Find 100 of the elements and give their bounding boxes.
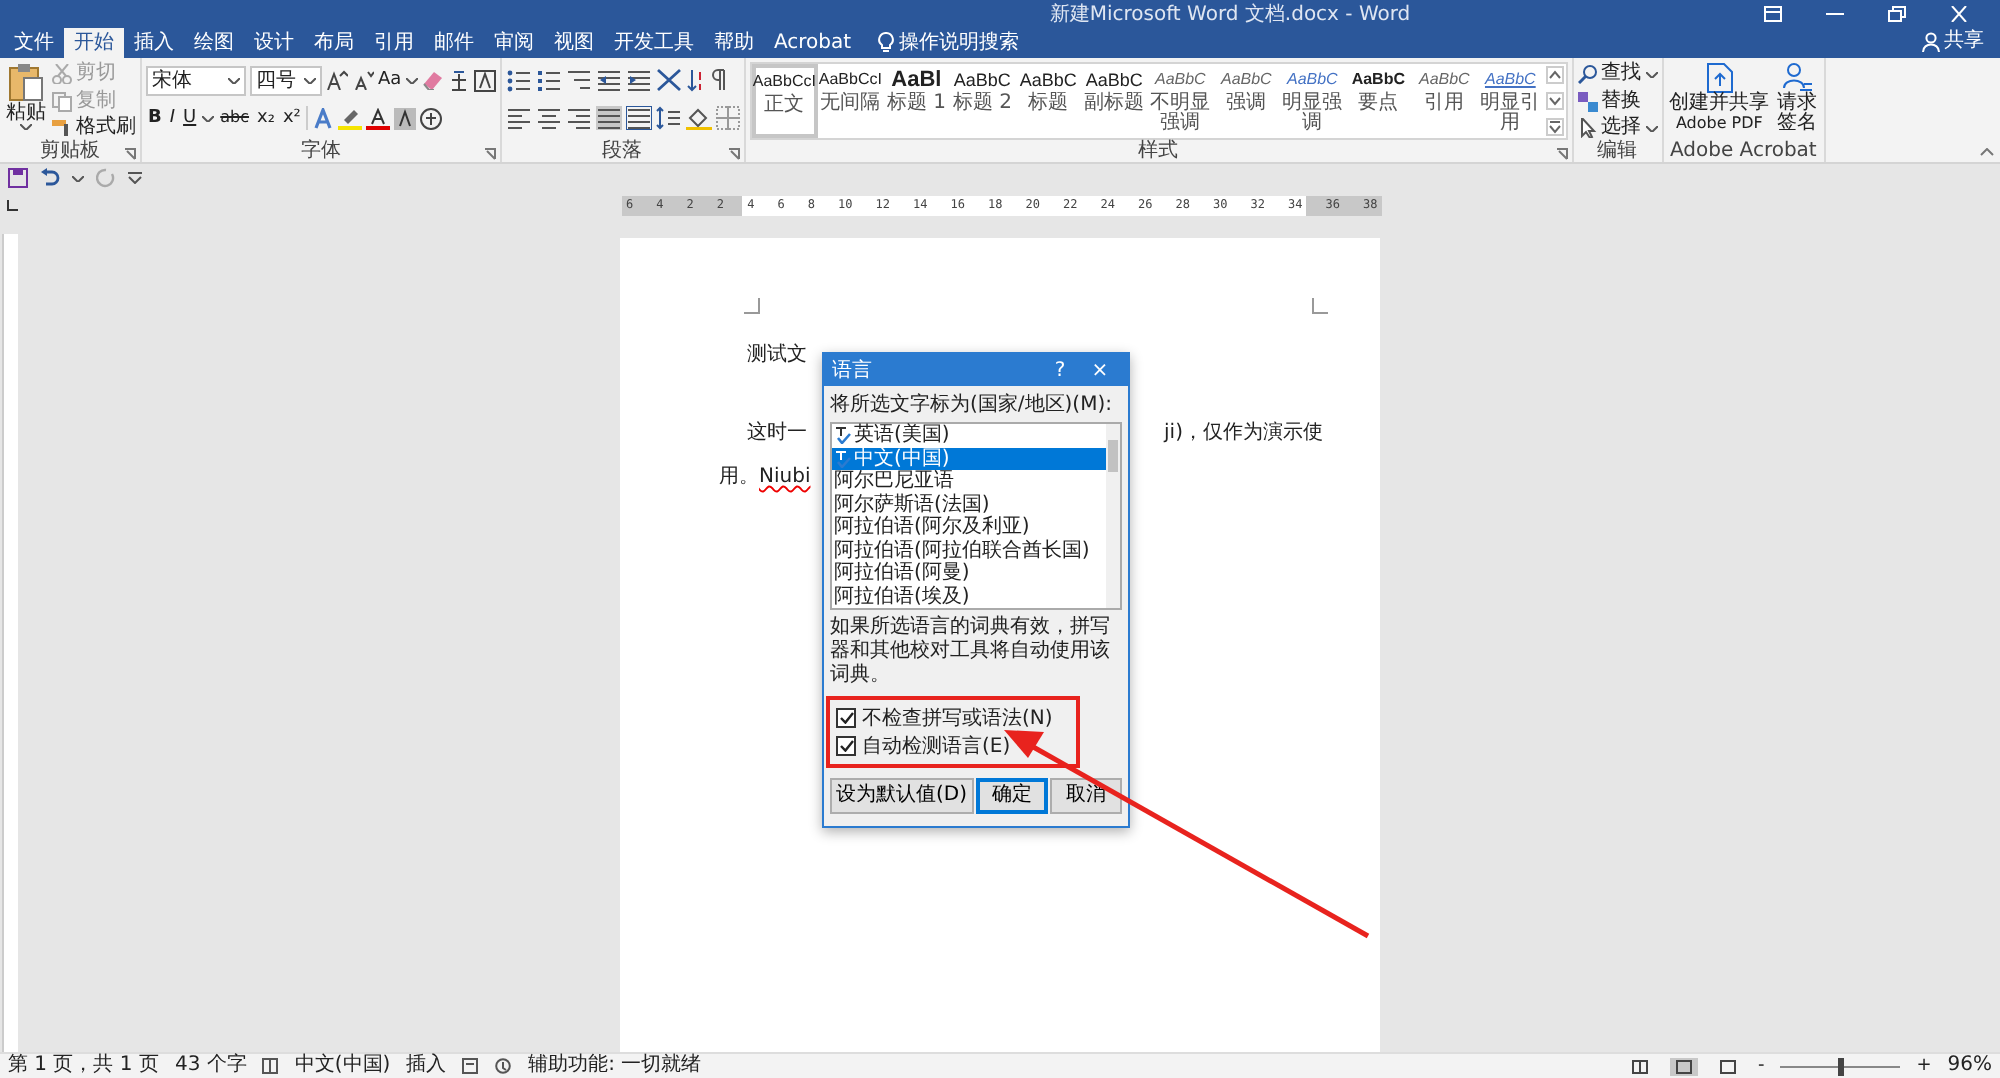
dialog-button[interactable]: 设为默认值(D) — [830, 778, 974, 814]
list-item[interactable]: 中文(中国) — [832, 447, 1106, 470]
font-name-field[interactable]: 宋体 — [146, 65, 246, 95]
ribbon-tab[interactable]: 帮助 — [704, 28, 764, 58]
zoom-out-button[interactable]: - — [1757, 1054, 1765, 1078]
word-count[interactable]: 43 个字 — [174, 1054, 247, 1078]
caret-icon[interactable] — [72, 175, 84, 181]
restore-icon[interactable] — [1888, 5, 1906, 21]
insert-mode[interactable]: 插入 — [406, 1054, 447, 1078]
format-painter-button[interactable]: 格式刷 — [52, 116, 136, 140]
create-pdf-button[interactable]: 创建并共享 Adobe PDF — [1667, 62, 1772, 140]
dialog-launcher-icon[interactable] — [727, 148, 740, 160]
list-item[interactable]: 阿尔萨斯语(法国) — [832, 493, 1106, 516]
list-item[interactable]: 阿拉伯语(阿拉伯联合酋长国) — [832, 539, 1106, 562]
close-button[interactable]: × — [1080, 359, 1120, 381]
numbering-icon[interactable] — [535, 68, 562, 92]
character-border-icon[interactable] — [473, 69, 496, 91]
customize-toolbar-icon[interactable] — [128, 172, 142, 184]
ribbon-tab[interactable]: 插入 — [124, 28, 184, 58]
ribbon-tab[interactable]: Acrobat — [764, 28, 862, 58]
style-option[interactable]: AaBbC 引用 — [1411, 64, 1478, 138]
underline-button[interactable]: U — [181, 106, 199, 130]
superscript-button[interactable]: x² — [280, 106, 303, 130]
tell-me-search[interactable]: 操作说明搜索 — [899, 28, 1020, 58]
justify-icon[interactable] — [595, 106, 622, 130]
style-option[interactable]: AaBbC 明显强调 — [1279, 64, 1346, 138]
paste-button[interactable]: 粘贴 — [4, 62, 48, 140]
dialog-launcher-icon[interactable] — [483, 148, 496, 160]
change-case-button[interactable]: Aa — [378, 70, 418, 90]
shading-icon[interactable] — [394, 107, 417, 129]
list-item[interactable]: 阿拉伯语(埃及) — [832, 585, 1106, 608]
checkbox[interactable] — [836, 708, 856, 728]
dialog-button[interactable]: 确定 — [975, 778, 1048, 814]
help-button[interactable]: ? — [1040, 359, 1080, 381]
multilevel-list-icon[interactable] — [565, 68, 592, 92]
view-button[interactable] — [1669, 1057, 1698, 1075]
request-signature-button[interactable]: 请求 签名 — [1775, 62, 1820, 140]
increase-indent-icon[interactable] — [625, 68, 652, 92]
text-effects-icon[interactable] — [312, 107, 335, 129]
align-right-icon[interactable] — [565, 106, 592, 130]
align-center-icon[interactable] — [535, 106, 562, 130]
font-color-icon[interactable] — [366, 107, 391, 129]
sort-icon[interactable] — [685, 68, 706, 92]
ribbon-tab[interactable]: 文件 — [4, 28, 64, 58]
dialog-launcher-icon[interactable] — [1555, 148, 1568, 160]
style-option[interactable]: AaBbC 要点 — [1345, 64, 1412, 138]
zoom-level[interactable]: 96% — [1947, 1054, 1992, 1078]
list-item[interactable]: 英语(美国) — [832, 424, 1106, 447]
list-item[interactable]: 阿尔巴尼亚语 — [832, 470, 1106, 493]
accessibility-status[interactable]: 辅助功能: 一切就绪 — [528, 1054, 702, 1078]
ribbon-tab[interactable]: 布局 — [304, 28, 364, 58]
caret-icon[interactable] — [202, 115, 215, 121]
style-option[interactable]: AaBbCcI 正文 — [751, 64, 818, 138]
checkbox[interactable] — [836, 736, 856, 756]
strikethrough-button[interactable]: abc — [218, 106, 252, 130]
ribbon-tab[interactable]: 绘图 — [184, 28, 244, 58]
style-option[interactable]: AaBbC 强调 — [1213, 64, 1280, 138]
decrease-indent-icon[interactable] — [595, 68, 622, 92]
tab-selector-icon[interactable] — [6, 199, 18, 211]
list-item[interactable]: 阿拉伯语(阿曼) — [832, 562, 1106, 585]
ribbon-tab[interactable]: 开始 — [64, 28, 124, 58]
language-indicator[interactable]: 中文(中国) — [294, 1054, 391, 1078]
paragraph-mark-icon[interactable] — [709, 68, 728, 92]
replace-button[interactable]: 替换 — [1577, 89, 1658, 113]
scroll-up-icon[interactable] — [1545, 66, 1564, 84]
zoom-in-button[interactable]: + — [1916, 1054, 1932, 1078]
style-option[interactable]: AaBbC 标题 2 — [949, 64, 1016, 138]
more-icon[interactable] — [1545, 118, 1564, 136]
style-option[interactable]: AaBbC 不明显强调 — [1147, 64, 1214, 138]
find-button[interactable]: 查找 — [1577, 62, 1658, 86]
font-size-field[interactable]: 四号 — [250, 65, 322, 95]
italic-button[interactable]: I — [167, 106, 178, 130]
save-icon[interactable] — [8, 168, 28, 188]
scroll-down-icon[interactable] — [1545, 92, 1564, 110]
close-icon[interactable] — [1950, 5, 1968, 21]
align-left-icon[interactable] — [505, 106, 532, 130]
ribbon-tab[interactable]: 视图 — [544, 28, 604, 58]
bullets-icon[interactable] — [505, 68, 532, 92]
slider-thumb[interactable] — [1838, 1057, 1845, 1075]
dialog-launcher-icon[interactable] — [124, 148, 136, 160]
shrink-font-icon[interactable] — [352, 70, 374, 90]
style-option[interactable]: AaBl 标题 1 — [883, 64, 950, 138]
bold-button[interactable]: B — [146, 106, 164, 130]
list-item[interactable]: 阿拉伯语(阿尔及利亚) — [832, 516, 1106, 539]
undo-icon[interactable] — [40, 168, 60, 188]
distributed-icon[interactable] — [625, 106, 652, 130]
ribbon-tab[interactable]: 引用 — [364, 28, 424, 58]
ribbon-tab[interactable]: 设计 — [244, 28, 304, 58]
line-spacing-icon[interactable] — [655, 106, 682, 130]
style-option[interactable]: AaBbC 标题 — [1015, 64, 1082, 138]
ribbon-tab[interactable]: 审阅 — [484, 28, 544, 58]
style-option[interactable]: AaBbC 副标题 — [1081, 64, 1148, 138]
ribbon-tab[interactable]: 开发工具 — [604, 28, 704, 58]
ribbon-tab[interactable]: 邮件 — [424, 28, 484, 58]
collapse-ribbon-icon[interactable] — [1980, 148, 1994, 156]
subscript-button[interactable]: x₂ — [255, 106, 277, 130]
page-count[interactable]: 第 1 页，共 1 页 — [8, 1054, 159, 1078]
ribbon-display-icon[interactable] — [1764, 5, 1782, 21]
grow-font-icon[interactable] — [326, 70, 348, 90]
highlighter-icon[interactable] — [338, 107, 363, 129]
